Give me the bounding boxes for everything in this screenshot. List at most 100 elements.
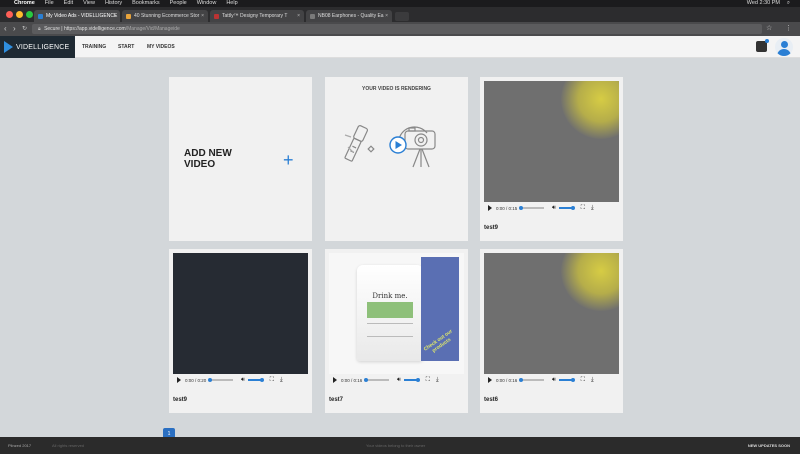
menu-window[interactable]: Window [197,0,217,7]
seek-slider[interactable] [208,377,233,382]
address-bar[interactable]: 🔒︎ Secure | https://app.videlligence.com… [32,24,762,34]
volume-slider[interactable] [558,205,575,210]
back-arrow-icon[interactable]: ‹ [4,22,7,36]
brand-logo[interactable]: VIDELLIGENCE [0,36,75,58]
video-player-controls: 0:00 / 0:20 🔊︎ ⛶ ⤓ [173,374,308,386]
lock-icon: 🔒︎ [38,26,41,32]
play-icon[interactable] [488,377,492,383]
video-thumbnail[interactable] [484,253,619,374]
menu-file[interactable]: File [45,0,54,7]
menu-view[interactable]: View [83,0,95,7]
menu-history[interactable]: History [105,0,122,7]
footer-updates: NEW UPDATES SOON [747,443,790,448]
volume-slider[interactable] [403,377,420,382]
fullscreen-icon[interactable]: ⛶ [270,377,274,384]
video-title[interactable]: test9 [173,397,187,403]
nav-start[interactable]: START [118,36,134,58]
play-icon[interactable] [177,377,181,383]
videlligence-favicon-icon [38,13,43,19]
reload-icon[interactable]: ↻ [22,22,27,36]
plus-icon[interactable]: + [283,151,294,169]
video-time: 0:00 / 0:15 [496,205,518,211]
video-title[interactable]: test6 [484,397,498,403]
fullscreen-icon[interactable]: ⛶ [581,377,585,384]
notification-icon[interactable] [756,39,769,52]
video-time: 0:00 / 0:20 [185,377,207,383]
spotlight-search-icon[interactable]: ⌕ [787,0,790,7]
fullscreen-icon[interactable]: ⛶ [426,377,430,384]
video-card: Drink me. Check out our products 0:00 / … [325,249,468,413]
video-thumbnail[interactable] [173,253,308,374]
seek-slider[interactable] [519,377,544,382]
browser-tab[interactable]: NB08 Earphones - Quality Ea × [306,10,392,22]
tab-favicon-icon [126,13,131,19]
tab-close-icon[interactable]: × [201,10,204,22]
user-avatar[interactable] [775,38,793,56]
browser-tab[interactable]: Tattly™ Designy Temporary T × [210,10,304,22]
footer-brand: Plinzed 2017 [8,443,32,448]
menu-help[interactable]: Help [226,0,237,7]
add-new-video-card[interactable]: ADD NEW VIDEO + [169,77,312,241]
video-player-controls: 0:00 / 0:16 🔊︎ ⛶ ⤓ [484,374,619,386]
os-menubar: Chrome File Edit View History Bookmarks … [0,0,800,7]
video-thumbnail[interactable]: Drink me. Check out our products [329,253,464,374]
browser-tab[interactable]: 40 Stunning Ecommerce Stor × [122,10,208,22]
download-icon[interactable]: ⤓ [591,205,594,212]
download-icon[interactable]: ⤓ [280,377,283,384]
download-icon[interactable]: ⤓ [591,377,594,384]
tab-favicon-icon [214,13,219,19]
video-title[interactable]: test7 [329,397,343,403]
video-title[interactable]: test9 [484,225,498,231]
bookmark-star-icon[interactable]: ☆ [766,22,772,36]
tab-close-icon[interactable]: × [385,10,388,22]
product-flag: Check out our products [421,257,459,361]
browser-menu-icon[interactable]: ⋮ [785,22,792,36]
new-tab-button[interactable] [395,12,409,21]
url-host: https://app.videlligence.com [64,26,126,32]
tab-close-icon[interactable]: × [113,10,116,22]
play-icon[interactable] [333,377,337,383]
menu-edit[interactable]: Edit [64,0,73,7]
add-new-video-label: ADD NEW VIDEO [184,148,232,170]
download-icon[interactable]: ⤓ [436,377,439,384]
video-thumbnail[interactable] [484,81,619,202]
volume-slider[interactable] [558,377,575,382]
nav-my-videos[interactable]: MY VIDEOS [147,36,175,58]
url-path: /Manage/Vid/Manageide [125,26,180,32]
browser-toolbar: ‹ › ↻ 🔒︎ Secure | https://app.videlligen… [0,22,800,36]
volume-icon[interactable]: 🔊︎ [552,377,556,384]
window-close-button[interactable] [6,11,13,18]
rendering-title: YOUR VIDEO IS RENDERING [362,86,431,92]
play-logo-icon [4,41,13,53]
tab-close-icon[interactable]: × [297,10,300,22]
app-header: VIDELLIGENCE TRAINING START MY VIDEOS [0,36,800,58]
menubar-clock[interactable]: Wed 2:30 PM [747,0,780,7]
menu-people[interactable]: People [170,0,187,7]
tab-favicon-icon [310,13,315,19]
url-secure-label: Secure [44,26,60,32]
volume-icon[interactable]: 🔊︎ [241,377,245,384]
menu-bookmarks[interactable]: Bookmarks [132,0,160,7]
nav-training[interactable]: TRAINING [82,36,106,58]
volume-slider[interactable] [247,377,264,382]
seek-slider[interactable] [364,377,389,382]
notification-dot [765,39,769,43]
browser-tab-active[interactable]: My Video Ads - VIDELLIGENCE × [34,10,120,22]
volume-icon[interactable]: 🔊︎ [552,205,556,212]
brand-name: VIDELLIGENCE [16,43,70,51]
product-title: Drink me. [372,292,408,300]
footer: Plinzed 2017 All rights reserved Your vi… [0,437,800,454]
product-pouch: Drink me. [357,265,423,361]
window-zoom-button[interactable] [26,11,33,18]
product-flag-text: Check out our products [422,328,454,355]
forward-arrow-icon[interactable]: › [13,22,16,36]
menu-chrome[interactable]: Chrome [14,0,35,7]
video-player-controls: 0:00 / 0:15 🔊︎ ⛶ ⤓ [484,202,619,214]
volume-icon[interactable]: 🔊︎ [397,377,401,384]
seek-slider[interactable] [519,205,544,210]
play-icon[interactable] [488,205,492,211]
tab-label: 40 Stunning Ecommerce Stor [134,13,200,19]
window-minimize-button[interactable] [16,11,23,18]
fullscreen-icon[interactable]: ⛶ [581,205,585,212]
tab-label: Tattly™ Designy Temporary T [222,13,288,19]
